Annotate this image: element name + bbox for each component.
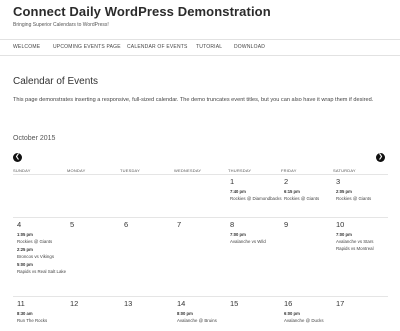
calendar-day-number: 12 <box>70 299 79 308</box>
event-link[interactable]: Rockies @ Giants <box>284 196 337 201</box>
event-time: 6:15 pm <box>284 189 300 194</box>
event-link[interactable]: Avalanche @ Bruins <box>177 318 230 323</box>
calendar-day-cell: 16 6:00 pm Avalanche @ Ducks <box>284 299 337 323</box>
weekday-wednesday: WEDNESDAY <box>174 168 202 173</box>
calendar-day-cell: 9 <box>284 220 337 231</box>
calendar-day-number: 5 <box>70 220 75 229</box>
weekday-tuesday: TUESDAY <box>120 168 140 173</box>
event-time: 2:05 pm <box>336 189 352 194</box>
weekday-sunday: SUNDAY <box>13 168 31 173</box>
event-time: 7:40 pm <box>230 189 246 194</box>
calendar-day-cell: 13 <box>124 299 177 310</box>
event-time: 7:00 pm <box>336 232 352 237</box>
weekday-saturday: SATURDAY <box>333 168 356 173</box>
calendar-day-cell <box>17 177 70 179</box>
chevron-left-icon[interactable]: ❮ <box>13 153 22 162</box>
event-link[interactable]: Avalanche vs Wild <box>230 239 283 244</box>
chevron-right-icon[interactable]: ❯ <box>376 153 385 162</box>
calendar-day-cell: 6 <box>124 220 177 231</box>
calendar-day-number: 17 <box>336 299 345 308</box>
calendar-day-number: 13 <box>124 299 133 308</box>
site-tagline: Bringing Superior Calendars to WordPress… <box>13 22 109 28</box>
weekday-thursday: THURSDAY <box>228 168 252 173</box>
calendar-day-number: 6 <box>124 220 129 229</box>
weekday-monday: MONDAY <box>67 168 86 173</box>
calendar-day-number: 7 <box>177 220 182 229</box>
event-time: 5:00 pm <box>17 262 33 267</box>
event-link[interactable]: Rockies @ Diamondbacks <box>230 196 283 201</box>
calendar-day-cell: 3 2:05 pm Rockies @ Giants <box>336 177 389 201</box>
calendar-day-number: 3 <box>336 177 341 186</box>
intro-text: This page demonstrates inserting a respo… <box>13 97 374 103</box>
calendar-day-number: 2 <box>284 177 289 186</box>
event-time: 7:00 pm <box>230 232 246 237</box>
calendar-month-label: October 2015 <box>13 135 56 142</box>
site-title[interactable]: Connect Daily WordPress Demonstration <box>13 4 271 19</box>
calendar-day-cell: 2 6:15 pm Rockies @ Giants <box>284 177 337 201</box>
calendar-day-number: 10 <box>336 220 345 229</box>
page-title: Calendar of Events <box>13 76 99 87</box>
nav-item-calendar-of-events[interactable]: CALENDAR OF EVENTS <box>127 44 188 50</box>
event-time: 1:05 pm <box>17 232 33 237</box>
calendar-day-number: 16 <box>284 299 293 308</box>
calendar-day-cell <box>70 177 123 179</box>
calendar-day-number: 1 <box>230 177 235 186</box>
calendar-day-cell <box>124 177 177 179</box>
calendar-row-divider <box>13 217 388 218</box>
event-time: 8:30 am <box>17 311 33 316</box>
event-link[interactable]: Broncos vs Vikings <box>17 254 70 259</box>
calendar-day-cell: 15 <box>230 299 283 310</box>
calendar-day-cell: 4 1:05 pm Rockies @ Giants 2:25 pm Broncos v… <box>17 220 70 274</box>
calendar-day-cell: 14 8:00 pm Avalanche @ Bruins <box>177 299 230 323</box>
calendar-row-divider <box>13 296 388 297</box>
calendar-day-cell: 5 <box>70 220 123 231</box>
calendar-day-cell: 1 7:40 pm Rockies @ Diamondbacks <box>230 177 283 201</box>
calendar-day-cell: 11 8:30 am Run The Rocks <box>17 299 70 323</box>
weekday-friday: FRIDAY <box>281 168 297 173</box>
event-link[interactable]: Avalanche vs Stars <box>336 239 389 244</box>
calendar-day-number: 11 <box>17 299 25 308</box>
main-navigation: WELCOME UPCOMING EVENTS PAGE CALENDAR OF… <box>0 40 400 55</box>
event-time: 6:00 pm <box>284 311 300 316</box>
nav-item-upcoming-events[interactable]: UPCOMING EVENTS PAGE <box>53 44 121 50</box>
calendar-day-cell <box>177 177 230 179</box>
calendar-row-divider <box>13 174 388 175</box>
event-time: 2:25 pm <box>17 247 33 252</box>
calendar-day-cell: 17 <box>336 299 389 310</box>
calendar-day-number: 9 <box>284 220 289 229</box>
event-link[interactable]: Avalanche @ Ducks <box>284 318 337 323</box>
calendar-day-number: 14 <box>177 299 186 308</box>
event-link[interactable]: Rapids vs Real Salt Lake <box>17 269 70 274</box>
event-link[interactable]: Run The Rocks <box>17 318 70 323</box>
nav-item-welcome[interactable]: WELCOME <box>13 44 40 50</box>
calendar-day-number: 8 <box>230 220 235 229</box>
nav-item-tutorial[interactable]: TUTORIAL <box>196 44 222 50</box>
calendar-day-number: 4 <box>17 220 22 229</box>
calendar-day-cell: 12 <box>70 299 123 310</box>
calendar-day-cell: 7 <box>177 220 230 231</box>
nav-bottom-divider <box>0 55 400 56</box>
event-link[interactable]: Rapids vs Montreal <box>336 246 389 251</box>
event-link[interactable]: Rockies @ Giants <box>336 196 389 201</box>
calendar-day-cell: 10 7:00 pm Avalanche vs Stars Rapids vs Mon… <box>336 220 389 251</box>
event-link[interactable]: Rockies @ Giants <box>17 239 70 244</box>
calendar-day-number: 15 <box>230 299 239 308</box>
event-time: 8:00 pm <box>177 311 193 316</box>
nav-item-download[interactable]: DOWNLOAD <box>234 44 265 50</box>
calendar-day-cell: 8 7:00 pm Avalanche vs Wild <box>230 220 283 244</box>
